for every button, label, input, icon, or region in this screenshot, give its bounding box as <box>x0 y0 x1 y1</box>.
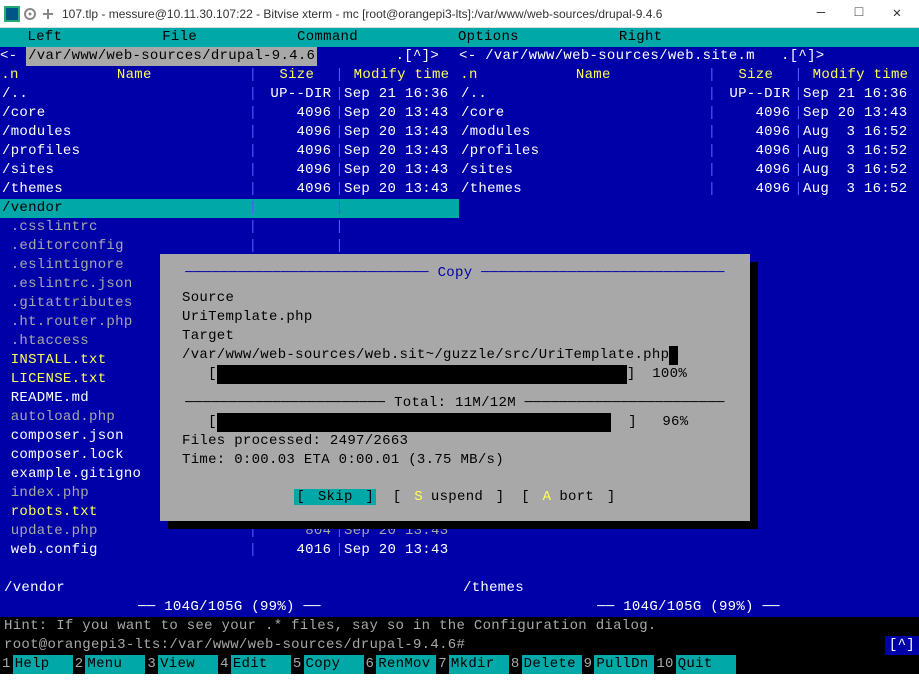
source-file: UriTemplate.php <box>182 308 728 327</box>
file-row[interactable]: /modules|4096|Aug 3 16:52 <box>459 123 918 142</box>
target-path: /var/www/web-sources/web.sit~/guzzle/src… <box>182 346 728 365</box>
left-disk-usage: ── 104G/105G (99%) ── <box>0 598 459 617</box>
file-row[interactable]: /core|4096|Sep 20 13:43 <box>0 104 459 123</box>
terminal: Left File Command Options Right <- /var/… <box>0 28 919 674</box>
fkey-help[interactable]: 1Help <box>0 655 73 674</box>
mc-menubar[interactable]: Left File Command Options Right <box>0 28 919 47</box>
menu-file[interactable]: File <box>162 28 247 47</box>
panel-arrow-left: <- <box>0 47 17 66</box>
fkey-delete[interactable]: 8Delete <box>509 655 582 674</box>
fkey-renmov[interactable]: 6RenMov <box>364 655 437 674</box>
time-eta: Time: 0:00.03 ETA 0:00.01 (3.75 MB/s) <box>182 451 728 470</box>
menu-command[interactable]: Command <box>297 28 408 47</box>
fkey-edit[interactable]: 4Edit <box>218 655 291 674</box>
window-titlebar: 107.tlp - messure@10.11.30.107:22 - Bitv… <box>0 0 919 28</box>
panel-suffix-r[interactable]: .[^]> <box>781 47 825 66</box>
file-progress: [ ] 100% <box>182 365 728 384</box>
files-processed: Files processed: 2497/2663 <box>182 432 728 451</box>
window-title: 107.tlp - messure@10.11.30.107:22 - Bitv… <box>62 7 811 21</box>
close-button[interactable]: ✕ <box>887 5 907 22</box>
left-path[interactable]: /var/www/web-sources/drupal-9.4.6 <box>26 47 317 66</box>
fkey-bar[interactable]: 1Help 2Menu 3View 4Edit 5Copy 6RenMov 7M… <box>0 655 919 674</box>
abort-button[interactable]: [ Abort ] <box>521 489 615 505</box>
plus-icon[interactable] <box>40 6 56 22</box>
fkey-mkdir[interactable]: 7Mkdir <box>436 655 509 674</box>
total-progress: [ ] 96% <box>182 413 728 432</box>
shell-prompt[interactable]: root@orangepi3-lts:/var/www/web-sources/… <box>0 636 919 655</box>
right-disk-usage: ── 104G/105G (99%) ── <box>459 598 918 617</box>
gear-icon[interactable] <box>22 6 38 22</box>
file-row[interactable]: /profiles|4096|Aug 3 16:52 <box>459 142 918 161</box>
file-row[interactable]: /sites|4096|Sep 20 13:43 <box>0 161 459 180</box>
file-row[interactable]: .csslintrc|| <box>0 218 459 237</box>
file-row[interactable]: /..|UP--DIR|Sep 21 16:36 <box>459 85 918 104</box>
maximize-button[interactable]: □ <box>849 5 869 22</box>
file-row[interactable]: /core|4096|Sep 20 13:43 <box>459 104 918 123</box>
fkey-pulldn[interactable]: 9PullDn <box>582 655 655 674</box>
fkey-copy[interactable]: 5Copy <box>291 655 364 674</box>
file-row[interactable]: /modules|4096|Sep 20 13:43 <box>0 123 459 142</box>
panel-suffix[interactable]: .[^]> <box>396 47 440 66</box>
fkey-menu[interactable]: 2Menu <box>73 655 146 674</box>
source-label: Source <box>182 289 728 308</box>
file-row[interactable]: /..|UP--DIR|Sep 21 16:36 <box>0 85 459 104</box>
app-icon <box>4 6 20 22</box>
titlebar-app-icons <box>4 6 56 22</box>
right-columns: .n Name | Size | Modify time <box>459 66 918 85</box>
caret-indicator[interactable]: [^] <box>885 636 919 655</box>
file-row[interactable]: /profiles|4096|Sep 20 13:43 <box>0 142 459 161</box>
copy-dialog: ──────────────────────────── Copy ──────… <box>160 254 750 521</box>
hint-line: Hint: If you want to see your .* files, … <box>0 617 919 636</box>
right-footer: /themes <box>459 579 918 598</box>
file-row[interactable]: /sites|4096|Aug 3 16:52 <box>459 161 918 180</box>
fkey-view[interactable]: 3View <box>145 655 218 674</box>
target-label: Target <box>182 327 728 346</box>
file-row[interactable]: update.php|804|Sep 20 13:43 <box>0 522 459 541</box>
minimize-button[interactable]: — <box>811 5 831 22</box>
file-row[interactable]: /themes|4096|Sep 20 13:43 <box>0 180 459 199</box>
suspend-button[interactable]: [ Suspend ] <box>393 489 505 505</box>
left-footer: /vendor <box>0 579 459 598</box>
menu-left[interactable]: Left <box>10 28 112 47</box>
fkey-quit[interactable]: 10Quit <box>654 655 735 674</box>
file-row[interactable]: /vendor|| <box>0 199 459 218</box>
file-row[interactable]: web.config|4016|Sep 20 13:43 <box>0 541 459 560</box>
panel-arrow-right: <- <box>459 47 476 66</box>
menu-options[interactable]: Options <box>458 28 569 47</box>
menu-right[interactable]: Right <box>619 28 713 47</box>
total-label: ─────────────────────── Total: 11M/12M ─… <box>182 394 728 413</box>
skip-button[interactable]: [ Skip ] <box>294 489 376 505</box>
dialog-title: ──────────────────────────── Copy ──────… <box>182 264 728 283</box>
right-path[interactable]: /var/www/web-sources/web.site.m <box>485 47 755 66</box>
left-columns: .n Name | Size | Modify time <box>0 66 459 85</box>
file-row[interactable]: /themes|4096|Aug 3 16:52 <box>459 180 918 199</box>
